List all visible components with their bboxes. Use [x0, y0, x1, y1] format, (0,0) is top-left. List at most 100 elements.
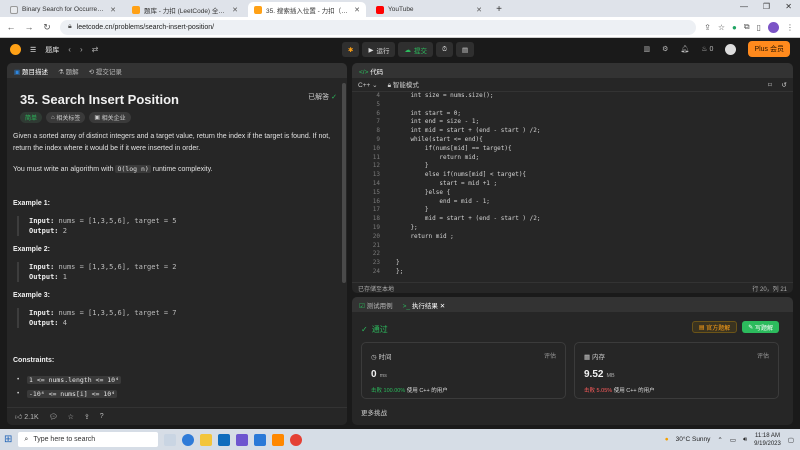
line-number: 13	[372, 171, 380, 179]
run-button[interactable]: ▶ 运行	[362, 42, 396, 57]
weather-text[interactable]: 30°C Sunny	[676, 436, 711, 443]
related-tags-button[interactable]: ⌂ 相关标签	[46, 112, 86, 123]
reset-icon[interactable]: ↺	[782, 81, 787, 89]
vscode-icon[interactable]	[254, 433, 267, 446]
star-icon[interactable]: ☆	[68, 413, 74, 421]
back-icon[interactable]: ←	[6, 22, 16, 32]
help-icon[interactable]: ?	[100, 413, 104, 420]
language-select[interactable]: C++ ⌄	[358, 81, 378, 89]
history-icon: ⟲	[88, 68, 95, 76]
close-tab-icon[interactable]: ✕	[476, 6, 482, 14]
leetcode-logo-icon[interactable]	[10, 44, 21, 55]
browser-tab-3[interactable]: YouTube ✕	[370, 2, 488, 17]
example-heading: Example 3:	[13, 292, 50, 299]
official-solution-button[interactable]: ▤ 官方题解	[691, 321, 738, 333]
close-tab-icon[interactable]: ✕	[440, 303, 445, 310]
result-status: ✓ 通过	[361, 324, 388, 335]
browser-tab-1[interactable]: 题库 - 力扣 (LeetCode) 全球极客 ✕	[126, 2, 244, 17]
input-label: Input:	[29, 263, 55, 271]
layout-icon[interactable]: ▥	[644, 45, 651, 53]
memory-card[interactable]: ▦ 内存 评估 9.52 MB 击败 5.05% 使用 C++ 的用户	[574, 342, 779, 399]
shuffle-icon[interactable]: ⇄	[92, 45, 99, 54]
minimize-icon[interactable]: —	[740, 2, 748, 11]
tag-icon: ⌂	[51, 114, 55, 121]
vlc-icon[interactable]	[272, 433, 285, 446]
network-icon[interactable]: ▭	[730, 436, 736, 444]
problem-list-icon[interactable]: ☰	[30, 46, 36, 54]
share-icon[interactable]: ⇪	[84, 413, 90, 421]
volume-icon[interactable]: 🔊︎	[743, 436, 747, 444]
taskbar-search-input[interactable]: ⌕ Type here to search	[18, 432, 159, 447]
mode-toggle[interactable]: 🔒︎ 智能模式	[388, 79, 419, 90]
description-scrollbar[interactable]	[342, 83, 346, 283]
code-tab[interactable]: </> 代码	[359, 66, 383, 76]
like-button[interactable]: 👍︎ 2.1K	[15, 412, 39, 421]
browser-tab-2[interactable]: 35. 搜索插入位置 - 力扣（LeetCode） ✕	[248, 2, 366, 17]
tab-result[interactable]: >_ 执行结果 ✕	[403, 300, 446, 310]
prev-problem-icon[interactable]: ‹	[68, 45, 71, 54]
tab-description[interactable]: ▣ 题目描述	[14, 66, 48, 76]
line-number: 17	[372, 206, 380, 214]
runtime-card[interactable]: ◷ 时间 评估 0 ms 击败 100.00% 使用 C++ 的用户	[361, 342, 566, 399]
alarm-button[interactable]: ⏰︎	[435, 42, 454, 57]
close-tab-icon[interactable]: ✕	[232, 6, 238, 14]
next-problem-icon[interactable]: ›	[80, 45, 83, 54]
plus-membership-button[interactable]: Plus 会员	[748, 41, 790, 57]
new-tab-button[interactable]: +	[492, 3, 506, 17]
code-line: int mid = start + (end - start ) /2;	[396, 127, 541, 135]
reload-icon[interactable]: ↻	[42, 22, 52, 33]
chevron-up-icon[interactable]: ⌃	[717, 436, 722, 444]
maximize-icon[interactable]: ❐	[763, 2, 770, 11]
close-window-icon[interactable]: ✕	[785, 2, 792, 11]
browser-tab-0[interactable]: Binary Search for Occurrences ✕	[4, 2, 122, 17]
notification-icon[interactable]: 🔔︎	[680, 45, 689, 53]
code-line: else if(nums[mid] < target){	[396, 171, 527, 179]
windows-start-icon[interactable]: ⊞	[4, 434, 12, 445]
submit-button[interactable]: ☁ 提交	[398, 42, 433, 57]
check-circle-icon: ✓	[331, 94, 337, 101]
task-view-icon[interactable]	[164, 433, 177, 446]
memory-analysis-link[interactable]: 评估	[757, 351, 769, 360]
notes-button[interactable]: ▤	[456, 42, 475, 57]
related-companies-button[interactable]: ▣ 相关企业	[89, 112, 131, 123]
clock-time: 11:18 AM	[755, 432, 780, 439]
clock[interactable]: 11:18 AM 9/19/2023	[754, 432, 781, 448]
mail-icon[interactable]	[218, 433, 231, 446]
edge-icon[interactable]	[182, 433, 195, 446]
problems-link[interactable]: 题库	[45, 45, 59, 55]
beat-prefix: 击败	[584, 388, 596, 394]
example-heading: Example 1:	[13, 200, 50, 207]
code-editor[interactable]: int size = nums.size(); int start = 0; i…	[396, 92, 541, 277]
forward-icon[interactable]: →	[24, 22, 34, 32]
result-panel-tabs: ☑ 测试用例 >_ 执行结果 ✕	[352, 297, 793, 312]
cursor-position: 行 20，列 21	[752, 286, 787, 293]
discord-icon[interactable]	[236, 433, 249, 446]
bookmark-icon[interactable]: ⌑	[768, 81, 771, 89]
runtime-analysis-link[interactable]: 评估	[544, 351, 556, 360]
puzzle-icon[interactable]: ⧉	[744, 22, 750, 32]
star-icon[interactable]: ☆	[718, 23, 725, 32]
user-avatar[interactable]	[725, 43, 737, 55]
url-input[interactable]: 🔒︎ leetcode.cn/problems/search-insert-po…	[60, 19, 697, 35]
share-icon[interactable]: ⇪	[704, 23, 711, 32]
chrome-icon[interactable]	[290, 433, 303, 446]
fire-count[interactable]: ♨ 0	[701, 45, 713, 53]
profile-avatar[interactable]	[768, 21, 779, 33]
extension-icon[interactable]: ●	[732, 23, 737, 32]
close-tab-icon[interactable]: ✕	[110, 6, 116, 14]
tab-solutions[interactable]: ⚗ 题解	[58, 66, 79, 76]
close-tab-icon[interactable]: ✕	[354, 6, 360, 14]
tab-submissions[interactable]: ⟲ 提交记录	[89, 66, 122, 76]
file-explorer-icon[interactable]	[200, 433, 213, 446]
menu-icon[interactable]: ⋮	[786, 23, 794, 32]
tab-testcase-label: 测试用例	[366, 302, 393, 310]
tab-testcase[interactable]: ☑ 测试用例	[359, 300, 393, 310]
write-solution-button[interactable]: ✎ 写题解	[742, 321, 779, 333]
notification-center-icon[interactable]: ▢	[788, 436, 794, 444]
settings-icon[interactable]: ⚙	[662, 45, 668, 53]
sidebar-icon[interactable]: ▯	[757, 23, 761, 32]
comment-icon[interactable]: 💬︎	[49, 413, 58, 421]
debug-button[interactable]: ✱	[342, 42, 360, 57]
